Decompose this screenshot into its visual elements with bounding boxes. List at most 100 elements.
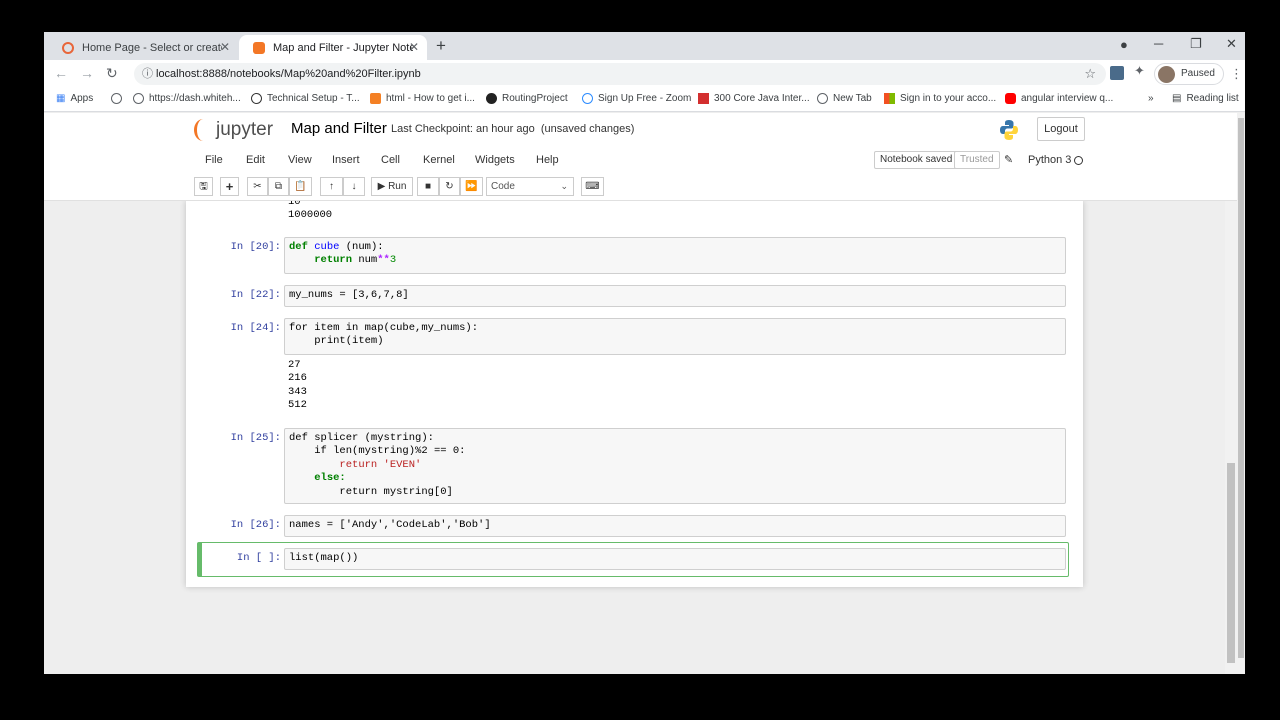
bookmark-label: angular interview q...: [1021, 93, 1114, 104]
copy-icon[interactable]: ⧉: [268, 177, 289, 196]
code-token: def: [289, 241, 308, 253]
forward-icon[interactable]: →: [80, 65, 94, 81]
bookmark-label: New Tab: [833, 93, 872, 104]
maximize-icon[interactable]: ❐: [1190, 36, 1202, 52]
menu-edit[interactable]: Edit: [246, 154, 265, 166]
code-cell-input[interactable]: for item in map(cube,my_nums): print(ite…: [284, 318, 1066, 355]
bookmark-dash[interactable]: https://dash.whiteh...: [133, 93, 241, 104]
globe-bookmark[interactable]: [111, 93, 127, 104]
move-down-icon[interactable]: ↓: [343, 177, 365, 196]
back-icon[interactable]: ←: [54, 65, 68, 81]
bookmark-label: Sign Up Free - Zoom: [598, 93, 692, 104]
bookmark-routing-project[interactable]: RoutingProject: [486, 93, 568, 104]
code-cell-input[interactable]: def cube (num): return num**3: [284, 237, 1066, 274]
menu-file[interactable]: File: [205, 154, 223, 166]
bookmark-sign-in[interactable]: Sign in to your acco...: [884, 93, 996, 104]
restart-icon[interactable]: ↻: [439, 177, 460, 196]
bookmark-angular-interview[interactable]: angular interview q...: [1005, 93, 1113, 104]
notebook-name[interactable]: Map and Filter: [291, 120, 387, 137]
bookmark-apps[interactable]: ▦ Apps: [56, 93, 93, 104]
keyboard-icon[interactable]: ⌨: [581, 177, 604, 196]
bookmark-new-tab[interactable]: New Tab: [817, 93, 872, 104]
paste-icon[interactable]: 📋: [289, 177, 312, 196]
more-bookmarks-button[interactable]: »: [1148, 93, 1154, 104]
run-label: Run: [388, 181, 407, 192]
address-bar-row: ← → ↻ ⓘ localhost:8888/notebooks/Map%20a…: [44, 60, 1245, 88]
extension-icon[interactable]: [1110, 66, 1124, 80]
code-line: if len(mystring)%2 == 0:: [314, 445, 466, 458]
tab-title: Map and Filter - Jupyter Notebo: [273, 41, 413, 54]
page-scrollbar[interactable]: [1237, 113, 1245, 674]
reading-list-button[interactable]: ▤ Reading list: [1172, 93, 1239, 104]
new-tab-button[interactable]: +: [436, 36, 446, 56]
bookmark-html[interactable]: html - How to get i...: [370, 93, 475, 104]
play-icon: ▶: [377, 181, 386, 192]
menu-icon[interactable]: ⋮: [1230, 66, 1243, 82]
move-up-icon[interactable]: ↑: [320, 177, 343, 196]
menu-help[interactable]: Help: [536, 154, 559, 166]
notebook-area: 10 1000000 In [20]: def cube (num): retu…: [44, 201, 1225, 674]
save-icon[interactable]: 🖫: [194, 177, 213, 196]
profile-button[interactable]: Paused: [1154, 63, 1224, 85]
checkpoint-label: Last Checkpoint:: [391, 123, 473, 135]
notebook-scrollbar[interactable]: [1225, 201, 1237, 674]
jupyter-logo-icon: [194, 119, 212, 141]
tab-title: Home Page - Select or create a n: [82, 41, 222, 54]
code-line: else:: [314, 472, 346, 485]
bookmark-label: html - How to get i...: [386, 93, 475, 104]
scrollbar-thumb[interactable]: [1238, 118, 1244, 658]
checkpoint-status: Last Checkpoint: an hour ago (unsaved ch…: [391, 123, 634, 135]
kernel-name[interactable]: Python 3: [1028, 154, 1071, 166]
code-cell-input[interactable]: my_nums = [3,6,7,8]: [284, 285, 1066, 307]
menu-insert[interactable]: Insert: [332, 154, 360, 166]
bookmarks-bar: ▦ Apps https://dash.whiteh... Technical …: [44, 88, 1245, 112]
jupyter-logo[interactable]: jupyter: [194, 119, 273, 141]
restart-run-all-icon[interactable]: ⏩: [460, 177, 483, 196]
menu-view[interactable]: View: [288, 154, 312, 166]
info-icon[interactable]: ⓘ: [142, 63, 153, 85]
menu-widgets[interactable]: Widgets: [475, 154, 515, 166]
cell-type-value: Code: [491, 181, 515, 192]
cell-prompt: In [22]:: [230, 289, 281, 301]
code-cell-input[interactable]: list(map()): [284, 548, 1066, 570]
more-bookmarks-label: »: [1148, 93, 1154, 104]
bookmark-star-icon[interactable]: ☆: [1084, 63, 1096, 85]
minimize-icon[interactable]: ─: [1154, 36, 1163, 51]
bookmark-label: Sign in to your acco...: [900, 93, 997, 104]
unsaved-changes: (unsaved changes): [540, 123, 635, 135]
jupyter-favicon-icon: [253, 41, 265, 54]
logout-button[interactable]: Logout: [1037, 117, 1085, 141]
menu-kernel[interactable]: Kernel: [423, 154, 455, 166]
code-cell-input[interactable]: names = ['Andy','CodeLab','Bob']: [284, 515, 1066, 537]
jupyter-logo-text: jupyter: [216, 119, 274, 140]
bookmark-zoom[interactable]: Sign Up Free - Zoom: [582, 93, 691, 104]
globe-icon: [111, 93, 122, 104]
bookmark-technical-setup[interactable]: Technical Setup - T...: [251, 93, 360, 104]
media-icon[interactable]: ●: [1120, 37, 1128, 52]
window-close-icon[interactable]: ✕: [1226, 36, 1237, 52]
cut-icon[interactable]: ✂: [247, 177, 268, 196]
bookmark-label: Apps: [70, 93, 94, 104]
code-cell-input[interactable]: def splicer (mystring): if len(mystring)…: [284, 428, 1066, 504]
avatar: [1158, 66, 1175, 83]
edit-pencil-icon[interactable]: ✎: [1004, 153, 1013, 166]
bookmark-java[interactable]: 300 Core Java Inter...: [698, 93, 810, 104]
tab-map-and-filter[interactable]: Map and Filter - Jupyter Notebo ✕: [239, 35, 427, 60]
cell-type-select[interactable]: Code ⌄: [486, 177, 574, 196]
menu-cell[interactable]: Cell: [381, 154, 400, 166]
tab-bar: Home Page - Select or create a n ✕ Map a…: [44, 32, 1245, 60]
scrollbar-thumb[interactable]: [1227, 463, 1235, 663]
url-field[interactable]: ⓘ localhost:8888/notebooks/Map%20and%20F…: [134, 63, 1106, 85]
trusted-indicator[interactable]: Trusted: [954, 151, 1000, 169]
stop-icon[interactable]: ■: [417, 177, 439, 196]
output-text: 1000000: [288, 209, 333, 221]
puzzle-icon[interactable]: ✦: [1134, 63, 1148, 78]
insert-cell-icon[interactable]: +: [220, 177, 239, 196]
reload-icon[interactable]: ↻: [106, 65, 118, 82]
close-icon[interactable]: ✕: [409, 40, 419, 54]
bookmark-label: 300 Core Java Inter...: [714, 93, 810, 104]
code-text: list(map()): [289, 552, 359, 564]
run-button[interactable]: ▶ Run: [371, 177, 413, 196]
close-icon[interactable]: ✕: [220, 40, 230, 54]
tab-home-page[interactable]: Home Page - Select or create a n ✕: [48, 35, 238, 60]
